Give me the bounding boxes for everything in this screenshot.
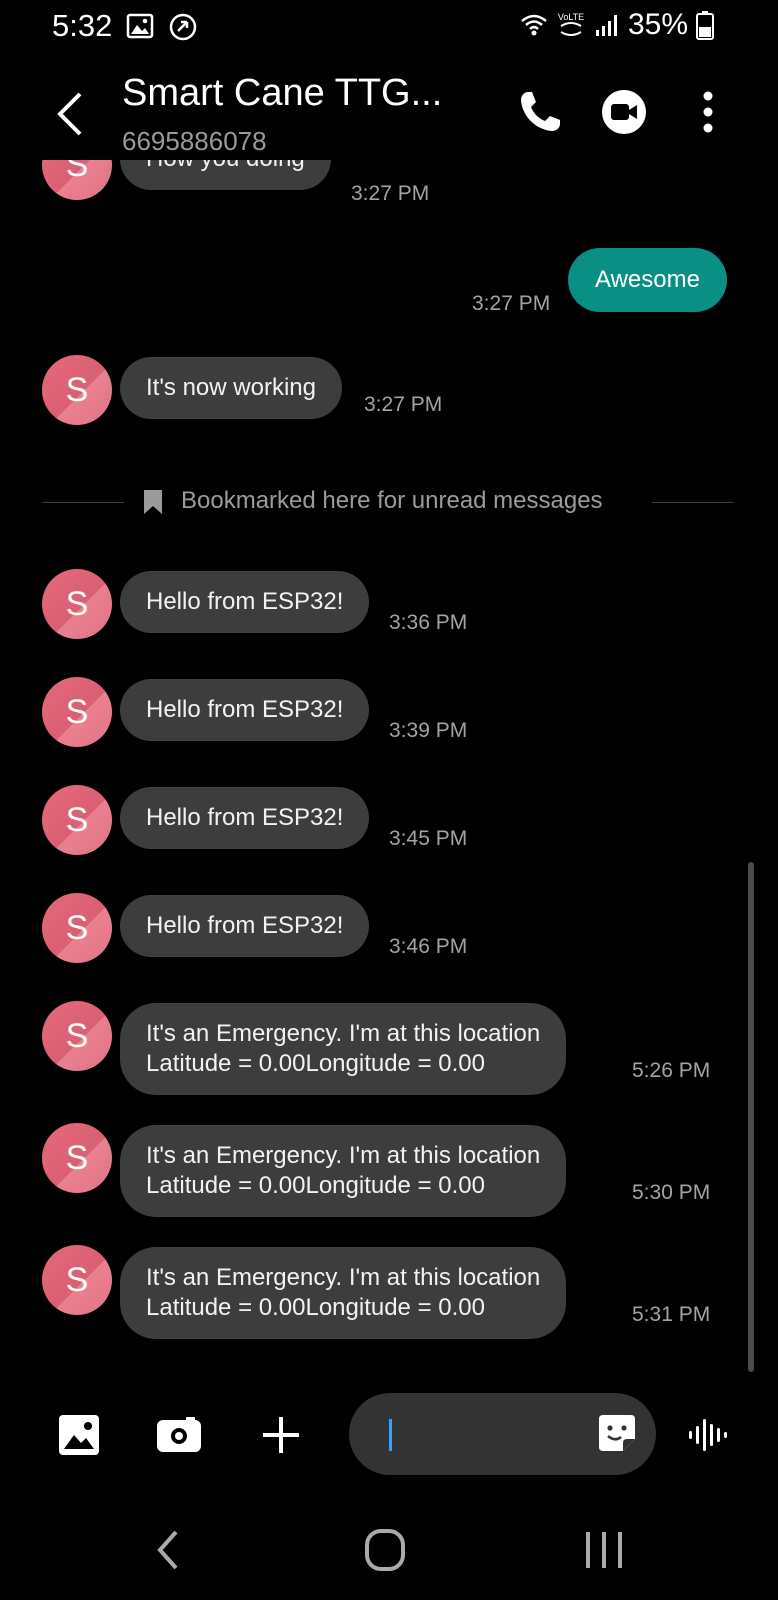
status-bar: 5:32 VoLTE 35%: [0, 0, 778, 52]
video-call-icon[interactable]: [600, 88, 648, 136]
avatar-letter: S: [65, 370, 89, 409]
message-bubble[interactable]: How you doing: [120, 160, 331, 190]
gallery-notification-icon: [126, 13, 154, 39]
nav-home-icon[interactable]: [355, 1520, 415, 1580]
message-bubble[interactable]: Hello from ESP32!: [120, 679, 370, 741]
add-icon[interactable]: [258, 1412, 304, 1458]
avatar-letter: S: [65, 800, 89, 839]
divider-line: [652, 502, 734, 503]
sync-notification-icon: [169, 13, 197, 41]
conversation-header: Smart Cane TTG... 6695886078: [0, 60, 778, 170]
message-time: 5:31 PM: [632, 1303, 711, 1326]
avatar-letter: S: [65, 908, 89, 947]
battery-icon: [696, 11, 714, 40]
divider-line: [42, 502, 124, 503]
message-bubble[interactable]: It's now working: [120, 357, 342, 419]
avatar-letter: S: [65, 1260, 89, 1299]
contact-avatar[interactable]: S: [42, 785, 112, 855]
contact-avatar[interactable]: S: [42, 893, 112, 963]
avatar-letter: S: [65, 692, 89, 731]
avatar-letter: S: [65, 584, 89, 623]
message-bubble[interactable]: Awesome: [568, 248, 727, 312]
system-navigation-bar: [0, 1520, 778, 1590]
contact-number: 6695886078: [122, 126, 267, 156]
bookmark-icon: [144, 490, 162, 514]
message-text-line: Latitude = 0.00Longitude = 0.00: [146, 1172, 485, 1199]
message-time: 3:27 PM: [364, 393, 443, 416]
message-time: 3:27 PM: [351, 182, 430, 205]
message-text: Hello from ESP32!: [146, 912, 344, 939]
message-text-line: Latitude = 0.00Longitude = 0.00: [146, 1050, 485, 1077]
avatar-letter: S: [65, 1138, 89, 1177]
status-right-icons: VoLTE 35%: [520, 8, 714, 42]
bookmark-label: Bookmarked here for unread messages: [181, 487, 603, 514]
signal-icon: [595, 15, 617, 36]
message-text-line: It's an Emergency. I'm at this location: [146, 1264, 541, 1291]
contact-avatar[interactable]: S: [42, 160, 112, 200]
unread-bookmark-divider: Bookmarked here for unread messages: [0, 482, 778, 522]
thread-scrollbar[interactable]: [748, 862, 754, 1372]
message-text: Awesome: [595, 266, 700, 293]
camera-icon[interactable]: [156, 1412, 202, 1458]
message-time: 5:26 PM: [632, 1059, 711, 1082]
avatar-letter: S: [65, 160, 89, 184]
gallery-icon[interactable]: [56, 1412, 102, 1458]
message-time: 3:39 PM: [389, 719, 468, 742]
contact-avatar[interactable]: S: [42, 677, 112, 747]
volte-label: VoLTE: [558, 12, 584, 22]
message-bubble[interactable]: Hello from ESP32!: [120, 787, 370, 849]
status-time: 5:32: [52, 8, 113, 43]
message-time: 3:45 PM: [389, 827, 468, 850]
contact-avatar[interactable]: S: [42, 569, 112, 639]
nav-back-icon[interactable]: [138, 1520, 198, 1580]
message-bubble[interactable]: Hello from ESP32!: [120, 571, 370, 633]
message-text-line: Latitude = 0.00Longitude = 0.00: [146, 1294, 485, 1321]
contact-avatar[interactable]: S: [42, 1245, 112, 1315]
volte-icon: VoLTE: [558, 12, 584, 36]
contact-avatar[interactable]: S: [42, 1001, 112, 1071]
phone-icon[interactable]: [516, 88, 564, 136]
message-text-line: It's an Emergency. I'm at this location: [146, 1142, 541, 1169]
message-input[interactable]: [349, 1393, 656, 1475]
avatar-letter: S: [65, 1016, 89, 1055]
message-time: 3:46 PM: [389, 935, 468, 958]
message-bubble[interactable]: Hello from ESP32!: [120, 895, 370, 957]
message-bubble[interactable]: It's an Emergency. I'm at this location …: [120, 1003, 567, 1095]
message-text: Hello from ESP32!: [146, 696, 344, 723]
battery-percentage: 35%: [627, 8, 688, 41]
contact-name[interactable]: Smart Cane TTG...: [122, 72, 442, 115]
message-text: How you doing: [146, 160, 305, 172]
back-icon[interactable]: [48, 84, 92, 144]
message-time: 5:30 PM: [632, 1181, 711, 1204]
message-bubble[interactable]: It's an Emergency. I'm at this location …: [120, 1247, 567, 1339]
message-time: 3:36 PM: [389, 611, 468, 634]
text-cursor: [389, 1419, 392, 1451]
message-composer: [0, 1390, 778, 1480]
contact-avatar[interactable]: S: [42, 355, 112, 425]
sticker-icon[interactable]: [595, 1411, 639, 1455]
message-text: Hello from ESP32!: [146, 588, 344, 615]
message-text-line: It's an Emergency. I'm at this location: [146, 1020, 541, 1047]
status-notification-icons: [126, 12, 198, 42]
message-thread[interactable]: S How you doing 3:27 PM 3:27 PM Awesome …: [0, 160, 778, 1370]
message-time: 3:27 PM: [472, 292, 551, 315]
nav-recents-icon[interactable]: [574, 1520, 634, 1580]
wifi-icon: [521, 14, 547, 36]
message-bubble[interactable]: It's an Emergency. I'm at this location …: [120, 1125, 567, 1217]
contact-avatar[interactable]: S: [42, 1123, 112, 1193]
voice-record-icon[interactable]: [686, 1412, 732, 1458]
message-text: It's now working: [146, 374, 316, 401]
message-text: Hello from ESP32!: [146, 804, 344, 831]
more-options-icon[interactable]: [684, 88, 732, 136]
